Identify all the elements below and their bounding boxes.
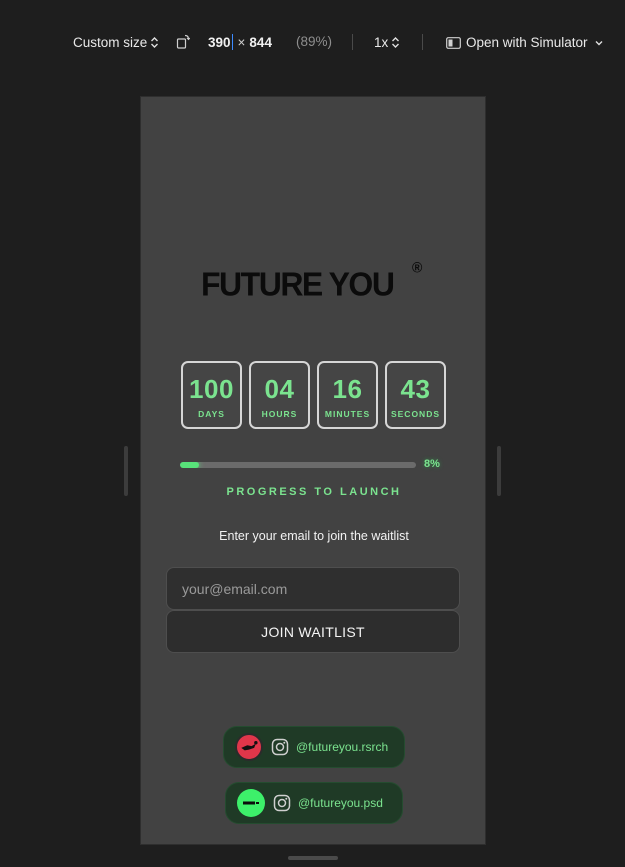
avatar: [235, 733, 263, 761]
social-handle: @futureyou.psd: [298, 796, 383, 810]
scale-label: 1x: [374, 35, 389, 50]
countdown-unit: MINUTES: [324, 409, 371, 419]
width-value[interactable]: 390: [208, 35, 231, 50]
countdown-unit: HOURS: [261, 409, 298, 419]
open-with-label: Open with Simulator: [466, 35, 588, 50]
avatar: [237, 789, 265, 817]
left-resize-handle[interactable]: [124, 446, 128, 496]
height-value[interactable]: 844: [249, 35, 272, 50]
progress-percent: 8%: [424, 458, 440, 470]
text-caret: [231, 34, 233, 50]
countdown-value: 16: [332, 374, 363, 404]
toolbar-divider: [352, 34, 353, 50]
size-mode-label: Custom size: [73, 35, 148, 50]
countdown-value: 43: [400, 374, 431, 404]
rotate-icon[interactable]: [176, 34, 190, 49]
device-toolbar: Custom size 390 × 844 (89%) 1x Open with…: [0, 0, 625, 84]
waitlist-prompt: Enter your email to join the waitlist: [219, 529, 409, 543]
email-input[interactable]: [166, 567, 460, 610]
join-waitlist-button[interactable]: JOIN WAITLIST: [166, 610, 460, 653]
right-resize-handle[interactable]: [497, 446, 501, 496]
chevron-updown-icon: [150, 36, 159, 49]
device-screen: FUTURE YOU ® 100 DAYS 04 HOURS 16 MINUTE…: [140, 96, 486, 845]
countdown-seconds: 43 SECONDS: [385, 361, 446, 429]
home-indicator: [288, 856, 338, 860]
progress-fill: [180, 462, 199, 468]
instagram-icon: [271, 738, 289, 756]
simulator-icon: [446, 36, 461, 49]
dimensions-field[interactable]: 390 × 844: [208, 34, 272, 50]
launch-progress-bar: [180, 462, 416, 468]
scale-select[interactable]: 1x: [374, 34, 400, 51]
social-link-rsrch[interactable]: @futureyou.rsrch: [223, 726, 405, 768]
future-you-logo: FUTURE YOU ®: [201, 259, 431, 307]
toolbar-divider: [422, 34, 423, 50]
chevron-down-icon: [595, 40, 603, 45]
countdown-value: 04: [264, 374, 295, 404]
countdown-unit: SECONDS: [390, 409, 441, 419]
registered-mark: ®: [412, 258, 423, 276]
size-mode-select[interactable]: Custom size: [73, 34, 159, 51]
logo-text: FUTURE YOU: [201, 265, 395, 303]
social-link-psd[interactable]: @futureyou.psd: [225, 782, 403, 824]
countdown-value: 100: [189, 374, 234, 404]
progress-label: PROGRESS TO LAUNCH: [226, 486, 402, 498]
zoom-percent: (89%): [296, 34, 333, 49]
countdown-minutes: 16 MINUTES: [317, 361, 378, 429]
countdown-days: 100 DAYS: [181, 361, 242, 429]
mini-logo-icon: [243, 801, 259, 805]
open-with-simulator-button[interactable]: Open with Simulator: [446, 34, 603, 51]
times-sign: ×: [237, 34, 246, 50]
countdown-hours: 04 HOURS: [249, 361, 310, 429]
diver-figure-icon: [241, 741, 258, 751]
instagram-icon: [273, 794, 291, 812]
social-handle: @futureyou.rsrch: [296, 740, 389, 754]
countdown-timer: 100 DAYS 04 HOURS 16 MINUTES 43 SECONDS: [181, 361, 447, 429]
countdown-unit: DAYS: [198, 409, 225, 419]
chevron-updown-icon: [391, 36, 400, 49]
